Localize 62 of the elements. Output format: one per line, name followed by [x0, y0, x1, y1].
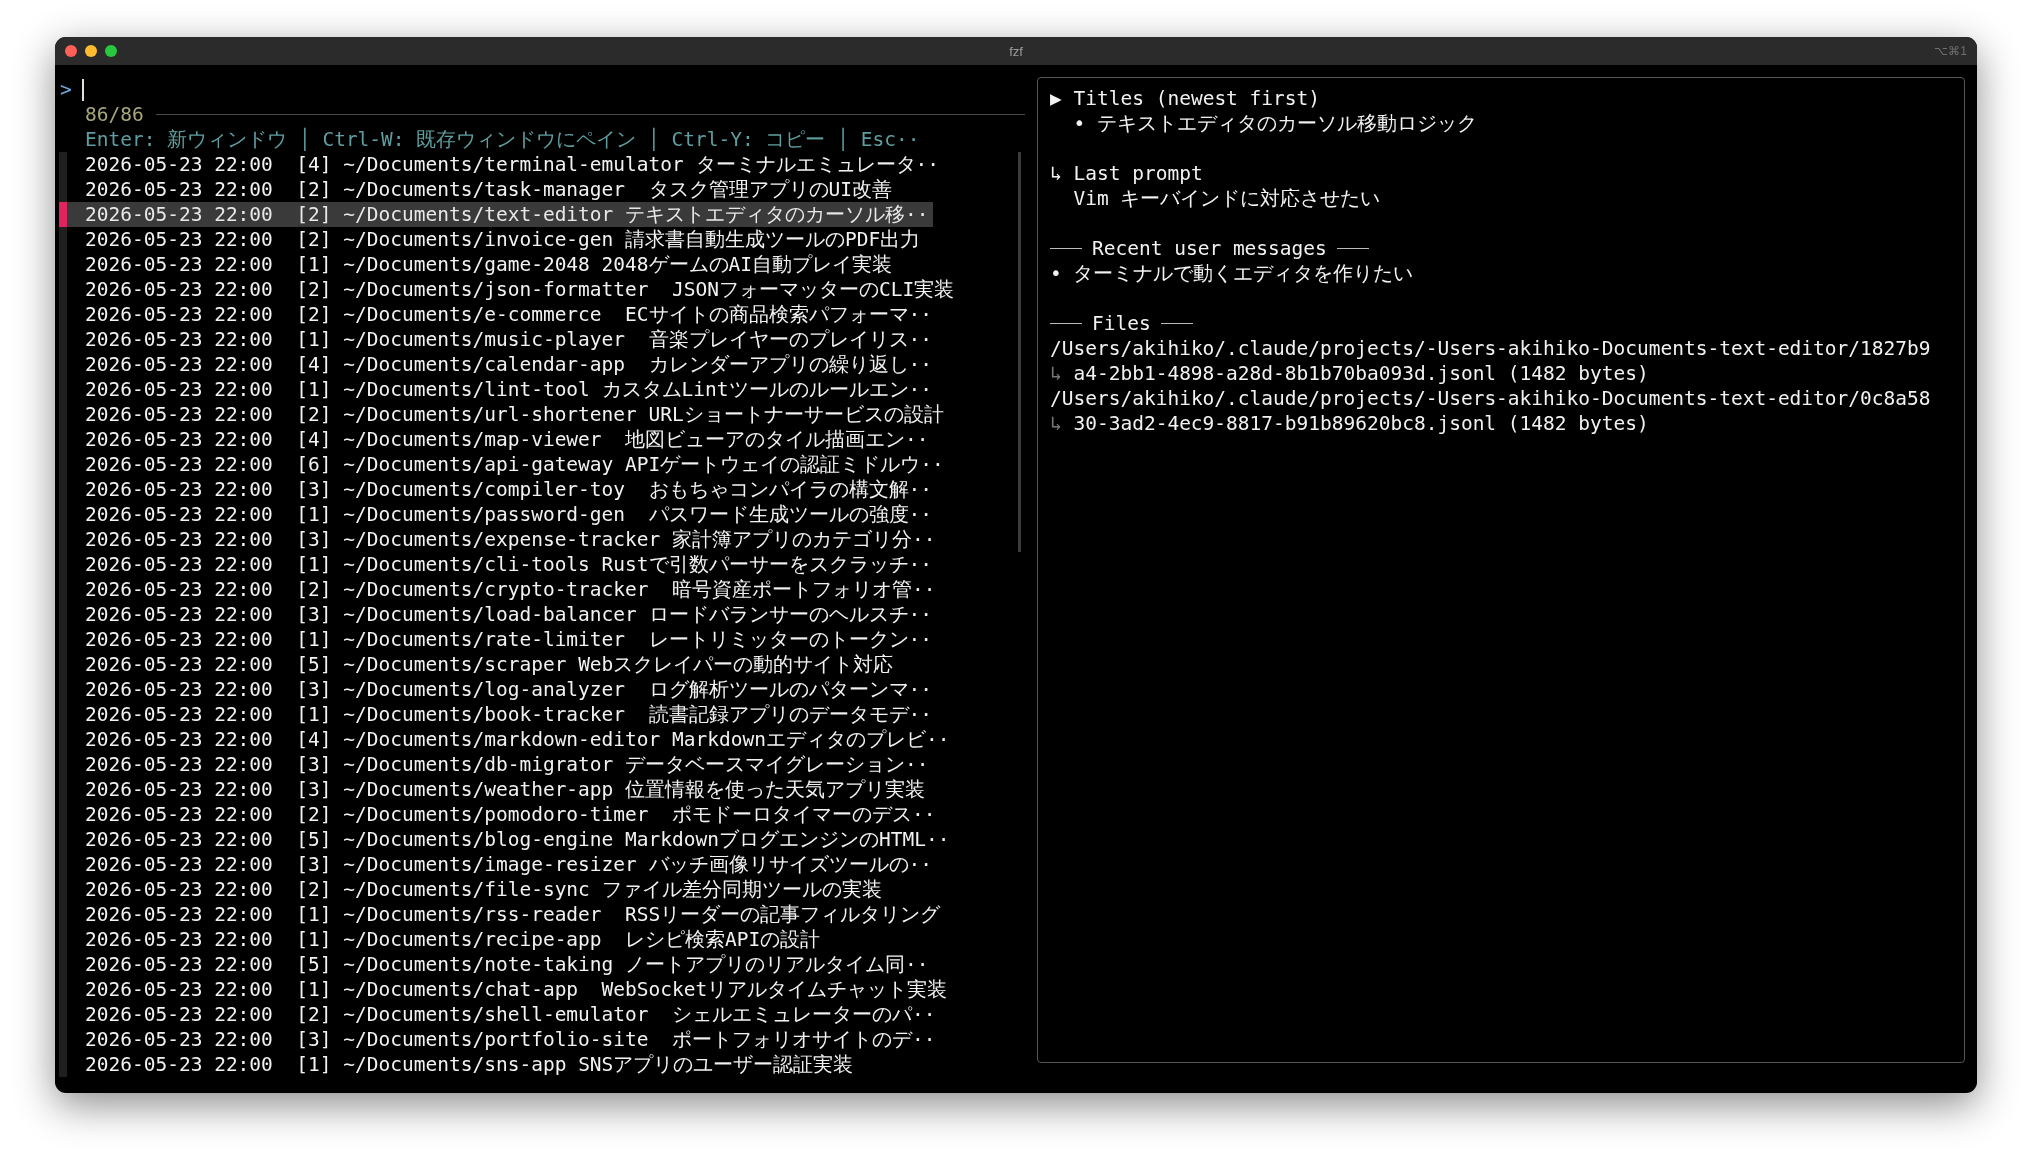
section-title: Last prompt [1072, 161, 1203, 186]
list-item[interactable]: 2026-05-23 22:00 [3] ~/Documents/portfolio-site ポートフォリオサイトのデ·· [67, 1027, 940, 1052]
list-item[interactable]: 2026-05-23 22:00 [3] ~/Documents/image-resizer バッチ画像リサイズツールの·· [67, 852, 937, 877]
wrap-mark: ↳ [1050, 411, 1063, 436]
preview-line: Vim キーバインドに対応させたい [1072, 186, 1382, 211]
list-item[interactable]: 2026-05-23 22:00 [1] ~/Documents/lint-tool カスタムLintツールのルールエン·· [67, 377, 937, 402]
preview-line: a4-2bb1-4898-a28d-8b1b70ba093d.jsonl (1482 bytes) [1073, 361, 1649, 386]
list-item[interactable]: 2026-05-23 22:00 [3] ~/Documents/load-balancer ロードバランサーのヘルスチ·· [67, 602, 937, 627]
list-item[interactable]: 2026-05-23 22:00 [1] ~/Documents/game-2048 2048ゲームのAI自動プレイ実装 [67, 252, 897, 277]
list-item[interactable]: 2026-05-23 22:00 [2] ~/Documents/e-commerce ECサイトの商品検索パフォーマ·· [67, 302, 937, 327]
list-item[interactable]: 2026-05-23 22:00 [2] ~/Documents/file-sync ファイル差分同期ツールの実装 [67, 877, 886, 902]
list-item[interactable]: 2026-05-23 22:00 [6] ~/Documents/api-gateway APIゲートウェイの認証ミドルウ·· [67, 452, 948, 477]
section-marker: ↳ [1050, 161, 1062, 186]
wrap-mark: ↳ [1050, 361, 1063, 386]
preview-line: /Users/akihiko/.claude/projects/-Users-akihiko-Documents-text-editor/1827b9 [1050, 336, 1932, 361]
window-control-icon[interactable] [105, 45, 117, 57]
section-title: Files [1092, 311, 1151, 336]
shortcut-label: ⌥⌘1 [1934, 44, 1967, 58]
list-item[interactable]: 2026-05-23 22:00 [3] ~/Documents/db-migrator データベースマイグレーション·· [67, 752, 933, 777]
list-item[interactable]: 2026-05-23 22:00 [1] ~/Documents/book-tracker 読書記録アプリのデータモデ·· [67, 702, 937, 727]
preview-line: • テキストエディタのカーソル移動ロジック [1072, 111, 1478, 136]
list-item[interactable]: 2026-05-23 22:00 [2] ~/Documents/crypto-tracker 暗号資産ポートフォリオ管·· [67, 577, 940, 602]
match-counter: 86/86 [85, 102, 144, 127]
list-item[interactable]: 2026-05-23 22:00 [4] ~/Documents/markdown-editor Markdownエディタのプレビ·· [67, 727, 954, 752]
list-item[interactable]: 2026-05-23 22:00 [5] ~/Documents/scraper Webスクレイパーの動的サイト対応 [67, 652, 898, 677]
section-title: Recent user messages [1092, 236, 1327, 261]
list-item[interactable]: 2026-05-23 22:00 [2] ~/Documents/pomodoro-timer ポモドーロタイマーのデス·· [67, 802, 940, 827]
list-item[interactable]: 2026-05-23 22:00 [4] ~/Documents/calendar-app カレンダーアプリの繰り返し·· [67, 352, 937, 377]
list-item[interactable]: 2026-05-23 22:00 [1] ~/Documents/chat-app WebSocketリアルタイムチャット実装 [67, 977, 952, 1002]
list-item[interactable]: 2026-05-23 22:00 [2] ~/Documents/json-formatter JSONフォーマッターのCLI実装 [67, 277, 959, 302]
list-item[interactable]: 2026-05-23 22:00 [5] ~/Documents/blog-engine MarkdownブログエンジンのHTML·· [67, 827, 954, 852]
section-title: Titles (newest first) [1072, 86, 1321, 111]
window-control-icon[interactable] [65, 45, 77, 57]
section-marker: ▶ [1050, 86, 1062, 111]
list-item[interactable]: 2026-05-23 22:00 [1] ~/Documents/rate-limiter レートリミッターのトークン·· [67, 627, 937, 652]
list-item[interactable]: 2026-05-23 22:00 [2] ~/Documents/task-manager タスク管理アプリのUI改善 [67, 177, 897, 202]
list-item[interactable]: 2026-05-23 22:00 [1] ~/Documents/password-gen パスワード生成ツールの強度·· [67, 502, 937, 527]
window-control-icon[interactable] [85, 45, 97, 57]
list-item[interactable]: 2026-05-23 22:00 [1] ~/Documents/cli-tools Rustで引数パーサーをスクラッチ·· [67, 552, 937, 577]
list-item[interactable]: 2026-05-23 22:00 [1] ~/Documents/rss-reader RSSリーダーの記事フィルタリング [67, 902, 945, 927]
list-item[interactable]: 2026-05-23 22:00 [2] ~/Documents/shell-emulator シェルエミュレーターのパ·· [67, 1002, 940, 1027]
list-item[interactable]: 2026-05-23 22:00 [3] ~/Documents/weather-app 位置情報を使った天気アプリ実装 [67, 777, 930, 802]
keybinding-header: Enter: 新ウィンドウ │ Ctrl-W: 既存ウィンドウにペイン │ Ctrl-Y: コピー │ Esc·· [84, 127, 921, 152]
text-cursor[interactable] [81, 78, 84, 101]
list-item[interactable]: 2026-05-23 22:00 [2] ~/Documents/text-editor テキストエディタのカーソル移·· [67, 202, 933, 227]
prompt-symbol: > [60, 77, 72, 102]
list-item[interactable]: 2026-05-23 22:00 [3] ~/Documents/expense-tracker 家計簿アプリのカテゴリ分·· [67, 527, 940, 552]
list-item[interactable]: 2026-05-23 22:00 [2] ~/Documents/invoice-gen 請求書自動生成ツールのPDF出力 [67, 227, 925, 252]
list-item[interactable]: 2026-05-23 22:00 [4] ~/Documents/terminal-emulator ターミナルエミュレータ·· [67, 152, 943, 177]
list-item[interactable]: 2026-05-23 22:00 [4] ~/Documents/map-viewer 地図ビューアのタイル描画エン·· [67, 427, 933, 452]
list-item[interactable]: 2026-05-23 22:00 [3] ~/Documents/compiler-toy おもちゃコンパイラの構文解·· [67, 477, 937, 502]
list-item[interactable]: 2026-05-23 22:00 [5] ~/Documents/note-taking ノートアプリのリアルタイム同·· [67, 952, 933, 977]
preview-line: /Users/akihiko/.claude/projects/-Users-akihiko-Documents-text-editor/0c8a58 [1050, 386, 1932, 411]
scrollbar[interactable] [1018, 152, 1021, 552]
preview-line: 30-3ad2-4ec9-8817-b91b89620bc8.jsonl (1482 bytes) [1073, 411, 1649, 436]
window-title: fzf [1009, 43, 1023, 59]
list-item[interactable]: 2026-05-23 22:00 [1] ~/Documents/recipe-app レシピ検索APIの設計 [67, 927, 825, 952]
list-item[interactable]: 2026-05-23 22:00 [3] ~/Documents/log-analyzer ログ解析ツールのパターンマ·· [67, 677, 937, 702]
list-item[interactable]: 2026-05-23 22:00 [1] ~/Documents/sns-app SNSアプリのユーザー認証実装 [67, 1052, 858, 1077]
preview-line: • ターミナルで動くエディタを作りたい [1050, 261, 1415, 286]
list-item[interactable]: 2026-05-23 22:00 [1] ~/Documents/music-player 音楽プレイヤーのプレイリス·· [67, 327, 937, 352]
list-item[interactable]: 2026-05-23 22:00 [2] ~/Documents/url-shortener URLショートナーサービスの設計 [67, 402, 948, 427]
